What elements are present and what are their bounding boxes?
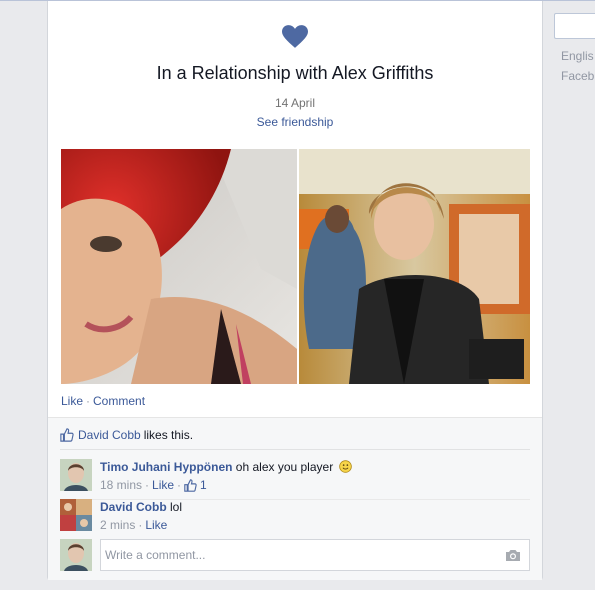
meta-separator: · bbox=[138, 518, 143, 532]
comment-composer bbox=[60, 539, 530, 571]
heart-icon bbox=[282, 25, 308, 48]
story-actions: Like · Comment bbox=[61, 394, 145, 408]
comment-author[interactable]: Timo Juhani Hyppönen bbox=[100, 460, 232, 474]
meta-separator: · bbox=[145, 478, 150, 492]
relationship-story-card: In a Relationship with Alex Griffiths 14… bbox=[47, 1, 543, 580]
likes-suffix: likes this. bbox=[143, 427, 194, 442]
thumbs-up-icon bbox=[60, 427, 74, 442]
comment-like-link[interactable]: Like bbox=[145, 517, 167, 533]
like-link[interactable]: Like bbox=[61, 394, 83, 408]
comment-timestamp[interactable]: 2 mins bbox=[100, 517, 135, 533]
story-headline: In a Relationship with Alex Griffiths bbox=[156, 63, 434, 83]
comment-text: lol bbox=[170, 500, 183, 514]
avatar[interactable] bbox=[60, 499, 92, 531]
liker-name[interactable]: David Cobb bbox=[78, 428, 141, 442]
avatar bbox=[60, 539, 92, 571]
smiley-icon bbox=[338, 460, 352, 473]
comment-link[interactable]: Comment bbox=[93, 394, 145, 408]
comment-item: David Cobb lol 2 mins · Like bbox=[60, 499, 530, 533]
like-count-number: 1 bbox=[200, 478, 207, 492]
avatar[interactable] bbox=[60, 459, 92, 491]
comment-input[interactable] bbox=[105, 548, 485, 562]
comment-item: Timo Juhani Hyppönen oh alex you player … bbox=[60, 459, 530, 500]
comment-text: oh alex you player bbox=[235, 460, 334, 474]
thumbs-up-icon bbox=[184, 478, 197, 492]
feedback-section: David Cobb likes this. Timo Juhani Hyppö… bbox=[48, 417, 542, 580]
action-separator: · bbox=[86, 394, 91, 408]
likes-sentence: David Cobb likes this. bbox=[60, 428, 530, 450]
comment-timestamp[interactable]: 18 mins bbox=[100, 477, 142, 493]
story-date[interactable]: 14 April bbox=[48, 96, 542, 110]
sidebar-language-link[interactable]: Englis bbox=[561, 49, 594, 63]
see-friendship-link[interactable]: See friendship bbox=[48, 115, 542, 129]
comment-box bbox=[100, 539, 530, 571]
partner-photo-right[interactable] bbox=[299, 149, 530, 384]
sidebar-footer-text: Faceb bbox=[561, 69, 595, 83]
comment-like-link[interactable]: Like bbox=[152, 477, 174, 493]
comment-like-count[interactable]: 1 bbox=[184, 477, 207, 493]
meta-separator: · bbox=[177, 478, 182, 492]
partner-photo-left[interactable] bbox=[61, 149, 297, 384]
comment-author[interactable]: David Cobb bbox=[100, 500, 167, 514]
camera-icon[interactable] bbox=[505, 548, 521, 562]
sidebar-search-box[interactable] bbox=[554, 13, 595, 39]
